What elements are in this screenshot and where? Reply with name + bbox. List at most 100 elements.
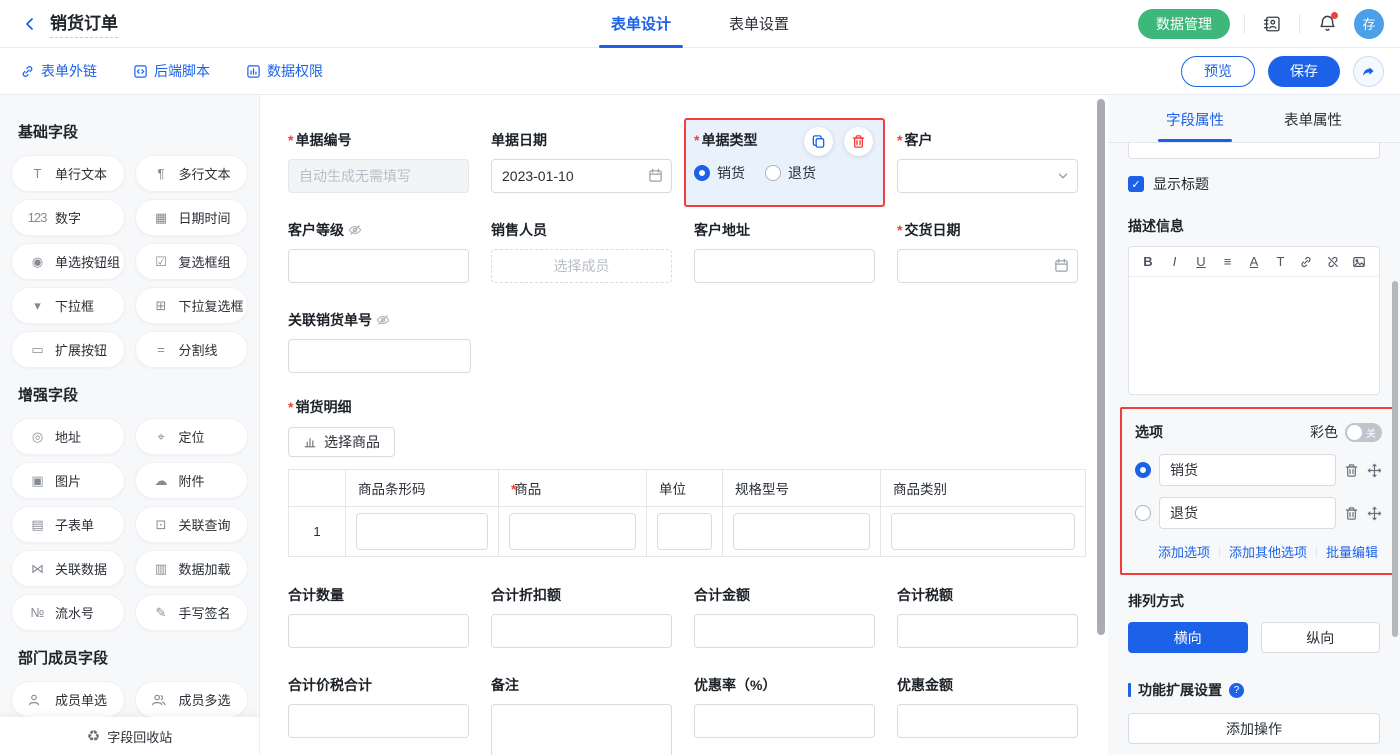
field-remark[interactable]: 备注 (491, 675, 672, 755)
field-total-qty[interactable]: 合计数量 (288, 585, 469, 648)
panel-scrollbar[interactable] (1392, 281, 1398, 637)
field-total-with-tax[interactable]: 合计价税合计 (288, 675, 469, 755)
field-related-no[interactable]: 关联销货单号 (288, 310, 471, 373)
field-doc-date[interactable]: 单据日期 (491, 130, 672, 193)
field-item-multi-dropdown[interactable]: ⊞下拉复选框 (135, 287, 249, 324)
remove-link-icon[interactable] (1326, 255, 1342, 269)
total-tax-input[interactable] (897, 614, 1078, 648)
insert-image-icon[interactable] (1352, 255, 1368, 269)
field-customer[interactable]: *客户 (897, 130, 1078, 193)
copy-field-button[interactable] (804, 127, 833, 156)
option-value-input[interactable] (1159, 454, 1336, 486)
help-icon[interactable]: ? (1229, 683, 1244, 698)
radio-option-sale[interactable]: 销货 (694, 163, 745, 183)
total-with-tax-input[interactable] (288, 704, 469, 738)
description-editor-body[interactable] (1129, 277, 1379, 394)
form-external-link[interactable]: 表单外链 (20, 61, 97, 81)
preview-button[interactable]: 预览 (1181, 56, 1255, 87)
field-item-member-single[interactable]: 成员单选 (11, 681, 125, 718)
delete-option-icon[interactable] (1344, 463, 1359, 478)
total-qty-input[interactable] (288, 614, 469, 648)
product-input[interactable] (509, 513, 636, 550)
notifications-bell-icon[interactable] (1314, 11, 1340, 37)
add-other-option-link[interactable]: 添加其他选项 (1229, 542, 1307, 561)
spec-input[interactable] (733, 513, 870, 550)
field-recycle-bin[interactable]: ♻ 字段回收站 (0, 717, 259, 755)
field-item-image[interactable]: ▣图片 (11, 462, 125, 499)
drag-move-icon[interactable] (1367, 463, 1382, 478)
field-item-number[interactable]: 123数字 (11, 199, 125, 236)
field-item-subform[interactable]: ▤子表单 (11, 506, 125, 543)
field-doc-type-selected[interactable]: *单据类型 销货 退货 (684, 118, 885, 207)
field-discount-rate[interactable]: 优惠率（%） (694, 675, 875, 755)
field-doc-no[interactable]: *单据编号 (288, 130, 469, 193)
field-customer-level[interactable]: 客户等级 (288, 220, 469, 283)
drag-move-icon[interactable] (1367, 506, 1382, 521)
customer-level-input[interactable] (288, 249, 469, 283)
field-item-extend-button[interactable]: ▭扩展按钮 (11, 331, 125, 368)
field-item-multi-text[interactable]: ¶多行文本 (135, 155, 249, 192)
radio-selected-icon[interactable] (1135, 462, 1151, 478)
doc-date-input[interactable] (491, 159, 672, 193)
option-value-input[interactable] (1159, 497, 1336, 529)
field-sales-person[interactable]: 销售人员 (491, 220, 672, 283)
field-item-signature[interactable]: ✎手写签名 (135, 594, 249, 631)
field-item-dropdown[interactable]: ▾下拉框 (11, 287, 125, 324)
data-permission-link[interactable]: 数据权限 (246, 61, 323, 81)
discount-amount-input[interactable] (897, 704, 1078, 738)
field-total-tax[interactable]: 合计税额 (897, 585, 1078, 648)
save-button[interactable]: 保存 (1268, 56, 1340, 87)
backend-script-link[interactable]: 后端脚本 (133, 61, 210, 81)
field-item-related-data[interactable]: ⋈关联数据 (11, 550, 125, 587)
field-item-single-text[interactable]: T单行文本 (11, 155, 125, 192)
field-discount-amount[interactable]: 优惠金额 (897, 675, 1078, 755)
calendar-icon[interactable] (1054, 258, 1069, 273)
customer-select[interactable] (897, 159, 1078, 193)
total-discount-input[interactable] (491, 614, 672, 648)
customer-address-input[interactable] (694, 249, 875, 283)
data-manage-button[interactable]: 数据管理 (1138, 9, 1230, 39)
font-size-button[interactable]: T (1273, 254, 1289, 269)
field-item-checkbox-group[interactable]: ☑复选框组 (135, 243, 249, 280)
page-title[interactable]: 销货订单 (50, 9, 118, 38)
calendar-icon[interactable] (648, 168, 663, 183)
align-button[interactable]: ≡ (1220, 254, 1236, 269)
delivery-date-input[interactable] (897, 249, 1078, 283)
field-total-amount[interactable]: 合计金额 (694, 585, 875, 648)
canvas-scrollbar[interactable] (1097, 99, 1105, 635)
related-no-input[interactable] (288, 339, 471, 373)
add-option-link[interactable]: 添加选项 (1158, 542, 1210, 561)
bold-button[interactable]: B (1140, 254, 1156, 269)
radio-option-return[interactable]: 退货 (765, 163, 816, 183)
underline-button[interactable]: U (1193, 254, 1209, 269)
unit-input[interactable] (657, 513, 712, 550)
field-item-related-query[interactable]: ⊡关联查询 (135, 506, 249, 543)
avatar[interactable]: 存 (1354, 9, 1384, 39)
show-title-checkbox-row[interactable]: 显示标题 (1128, 174, 1380, 194)
field-customer-address[interactable]: 客户地址 (694, 220, 875, 283)
delete-option-icon[interactable] (1344, 506, 1359, 521)
field-item-divider[interactable]: =分割线 (135, 331, 249, 368)
back-button[interactable] (18, 12, 42, 36)
insert-link-icon[interactable] (1299, 255, 1315, 269)
radio-icon[interactable] (1135, 505, 1151, 521)
form-canvas[interactable]: *单据编号 单据日期 *单据类型 (260, 95, 1108, 755)
field-title-input-partial[interactable] (1128, 143, 1380, 159)
field-item-attachment[interactable]: ☁附件 (135, 462, 249, 499)
delete-field-button[interactable] (844, 127, 873, 156)
contacts-icon[interactable] (1259, 11, 1285, 37)
tab-form-design[interactable]: 表单设计 (599, 0, 683, 48)
field-item-address[interactable]: ◎地址 (11, 418, 125, 455)
add-operation-button[interactable]: 添加操作 (1128, 713, 1380, 744)
arrangement-horizontal-button[interactable]: 横向 (1128, 622, 1248, 653)
tab-form-properties[interactable]: 表单属性 (1276, 95, 1350, 142)
field-item-datetime[interactable]: ▦日期时间 (135, 199, 249, 236)
field-item-member-multi[interactable]: 成员多选 (135, 681, 249, 718)
field-item-location[interactable]: ⌖定位 (135, 418, 249, 455)
italic-button[interactable]: I (1167, 254, 1183, 269)
tab-form-settings[interactable]: 表单设置 (717, 0, 801, 48)
share-button[interactable] (1353, 56, 1384, 87)
category-input[interactable] (891, 513, 1075, 550)
arrangement-vertical-button[interactable]: 纵向 (1261, 622, 1381, 653)
field-total-discount[interactable]: 合计折扣额 (491, 585, 672, 648)
